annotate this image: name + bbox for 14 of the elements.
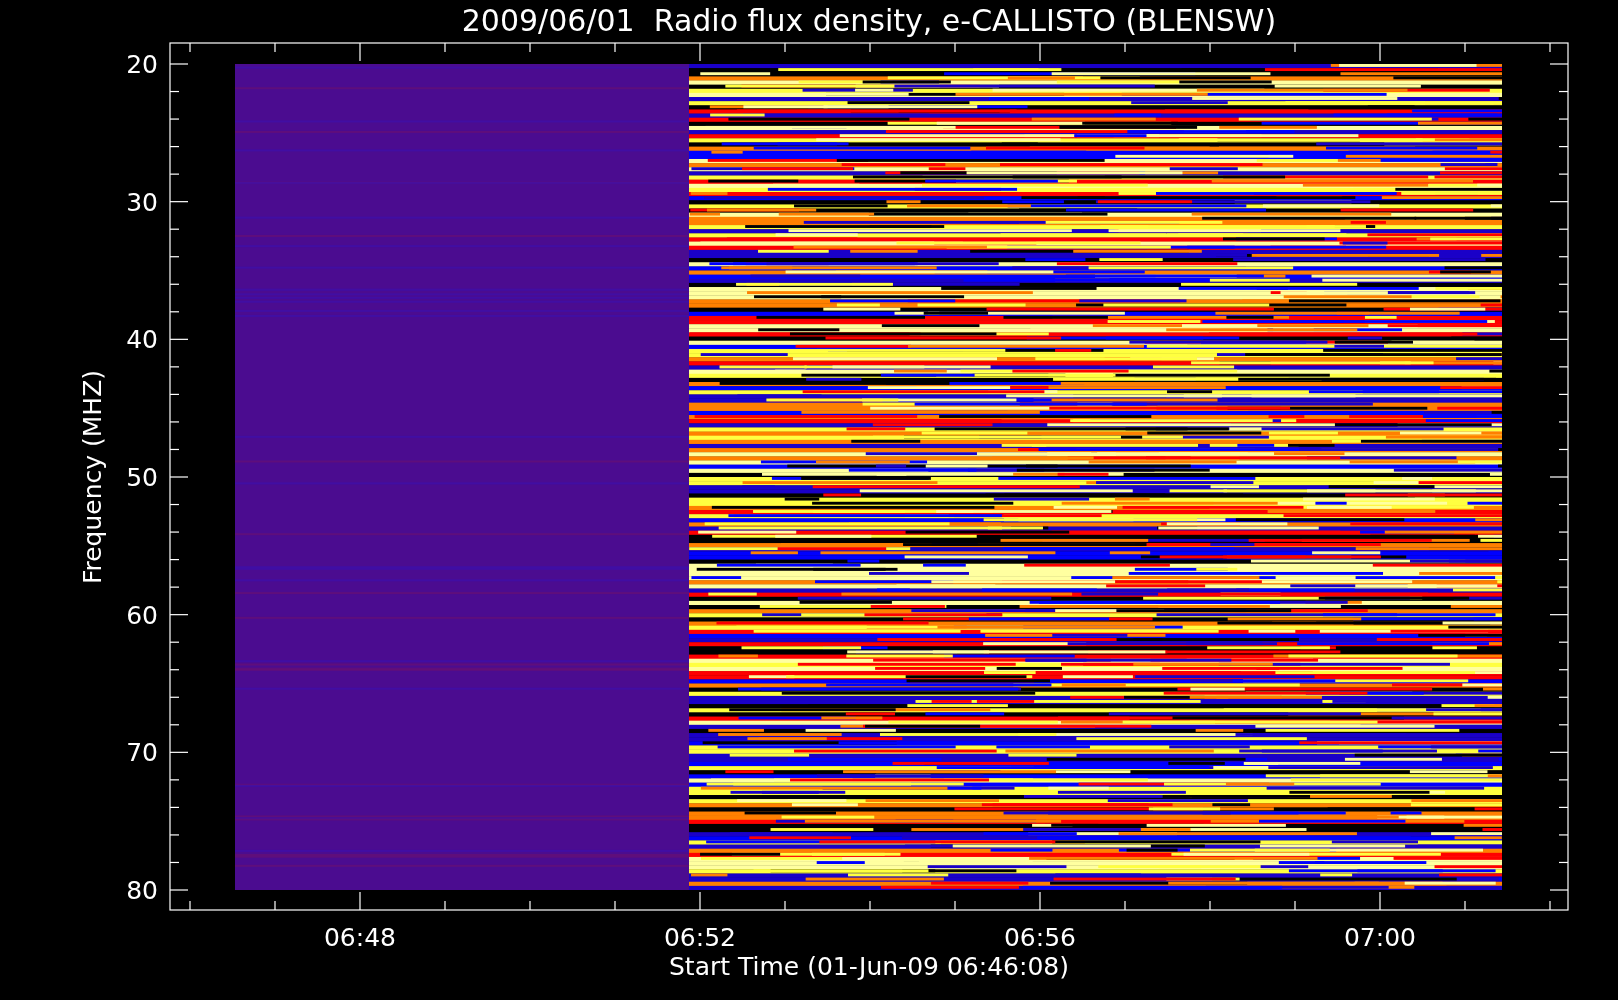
plot-title: 2009/06/01 Radio flux density, e-CALLISTO (BLENSW) — [461, 3, 1277, 38]
tick-label: 20 — [126, 50, 158, 79]
tick-label: 70 — [126, 738, 158, 768]
axis-label: Frequency (MHZ) — [78, 369, 107, 585]
tick-label: 50 — [126, 463, 158, 492]
tick-label: 40 — [126, 325, 158, 355]
tick-label: 80 — [126, 876, 158, 905]
axis-label: Start Time (01-Jun-09 06:46:08) — [669, 952, 1069, 981]
tick-label: 06:56 — [1004, 923, 1076, 952]
tick-label: 60 — [126, 600, 158, 630]
tick-label: 30 — [126, 187, 158, 217]
tick-label: 06:52 — [664, 923, 736, 952]
tick-label: 07:00 — [1344, 923, 1416, 952]
tick-label: 06:48 — [324, 923, 396, 952]
